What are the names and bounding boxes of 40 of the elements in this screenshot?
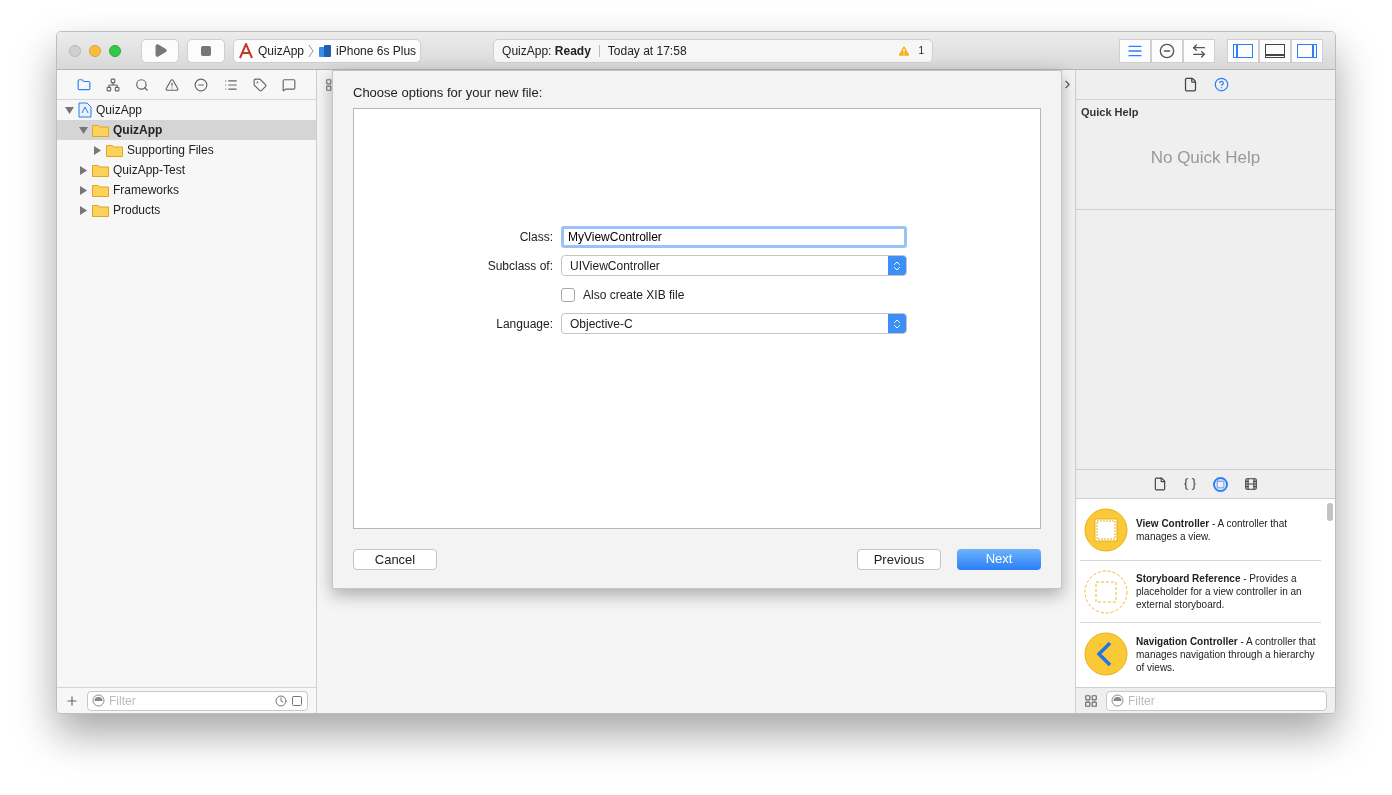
tree-item[interactable]: Frameworks	[57, 180, 316, 200]
library-item-description: Storyboard Reference - Provides a placeholder for a view controller in an external storyboard.	[1136, 572, 1303, 611]
sheet-title: Choose options for your new file:	[353, 84, 544, 102]
library-item[interactable]: View Controller - A controller that manages a view.	[1080, 499, 1321, 561]
filter-input[interactable]: Filter	[109, 691, 271, 710]
tree-item[interactable]: QuizApp	[57, 100, 316, 120]
popup-button[interactable]: UIViewController	[561, 255, 907, 276]
empty-message: No Quick Help	[1149, 146, 1262, 169]
filter-field[interactable]: Filter	[1106, 690, 1327, 711]
field-label: Subclass of:	[486, 257, 553, 275]
class-name-field[interactable]: MyViewController	[561, 225, 907, 248]
filter-input[interactable]: Filter	[1128, 691, 1322, 710]
library-item[interactable]: Navigation Controller - A controller that manages navigation through a hierarchy of views.	[1080, 623, 1321, 685]
library-item[interactable]: Storyboard Reference - Provides a placeholder for a view controller in an external storyboard.	[1080, 561, 1321, 623]
tree-item-label: Products	[113, 202, 161, 219]
tree-item-label: Supporting Files	[127, 142, 214, 159]
scheme-selector[interactable]: QuizApp iPhone 6s Plus	[233, 38, 422, 63]
checkbox[interactable]: Also create XIB file	[561, 285, 907, 304]
warning-count: 1	[918, 44, 925, 58]
inspector-title: Quick Help	[1081, 105, 1140, 120]
scheme-name: QuizApp	[258, 42, 305, 60]
dialog-button[interactable]: Previous	[857, 548, 941, 570]
library-item-description: View Controller - A controller that manages a view.	[1136, 516, 1288, 543]
dialog-button[interactable]: Cancel	[353, 548, 437, 570]
tree-item[interactable]: QuizApp	[57, 120, 316, 140]
build-status: QuizApp: Ready	[502, 42, 591, 60]
popup-button[interactable]: Objective-C	[561, 313, 907, 334]
tree-item-label: QuizApp-Test	[113, 162, 186, 179]
tree-item[interactable]: Products	[57, 200, 316, 220]
device-name: iPhone 6s Plus	[336, 42, 417, 60]
tree-item[interactable]: Supporting Files	[57, 140, 316, 160]
tree-item-label: Frameworks	[113, 182, 179, 199]
build-time: Today at 17:58	[607, 42, 687, 60]
tree-item[interactable]: QuizApp-Test	[57, 160, 316, 180]
tree-item-label: QuizApp	[96, 102, 143, 119]
library-item-description: Navigation Controller - A controller that manages navigation through a hierarchy of views.	[1136, 634, 1317, 674]
field-label: Class:	[518, 228, 553, 246]
filter-field[interactable]: Filter	[87, 690, 308, 711]
field-label: Language:	[495, 315, 553, 333]
tree-item-label: QuizApp	[113, 122, 163, 139]
